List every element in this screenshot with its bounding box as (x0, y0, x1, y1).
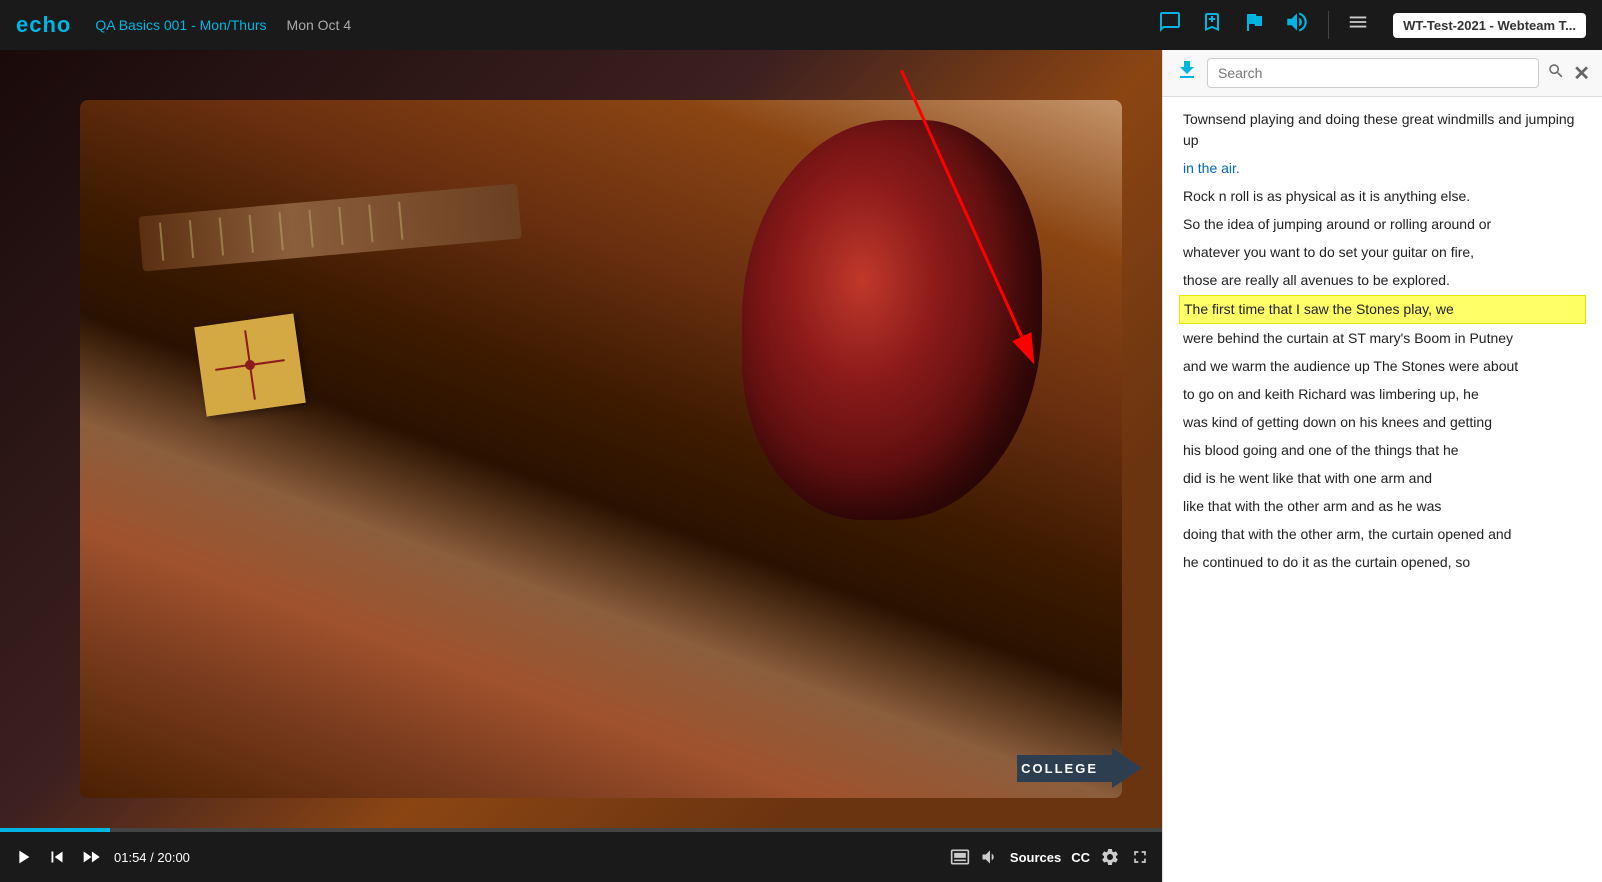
transcript-line[interactable]: were behind the curtain at ST mary's Boo… (1179, 325, 1586, 352)
rewind-button[interactable] (46, 846, 68, 868)
expand-button[interactable] (1130, 847, 1150, 867)
paper-note (194, 313, 306, 416)
ctrl-right: Sources CC (950, 847, 1150, 867)
logo: echo (16, 12, 71, 38)
transcript-line[interactable]: to go on and keith Richard was limbering… (1179, 381, 1586, 408)
transcript-line[interactable]: like that with the other arm and as he w… (1179, 493, 1586, 520)
transcript-line[interactable]: did is he went like that with one arm an… (1179, 465, 1586, 492)
volume-button[interactable] (980, 847, 1000, 867)
transcript-line[interactable]: The first time that I saw the Stones pla… (1179, 295, 1586, 324)
progress-bar-fill (0, 828, 110, 832)
progress-bar-bg[interactable] (0, 828, 1162, 832)
transcript-line[interactable]: he continued to do it as the curtain ope… (1179, 549, 1586, 576)
play-button[interactable] (12, 846, 34, 868)
video-player[interactable]: COLLEGE (0, 50, 1162, 828)
transcript-line[interactable]: Rock n roll is as physical as it is anyt… (1179, 183, 1586, 210)
video-frame (80, 100, 1122, 798)
guitar-body (742, 120, 1042, 520)
college-badge: COLLEGE (1017, 748, 1142, 788)
transcript-line[interactable]: was kind of getting down on his knees an… (1179, 409, 1586, 436)
main-content: COLLEGE (0, 50, 1602, 882)
video-controls: 01:54 / 20:00 Sources CC (0, 832, 1162, 882)
college-badge-text: COLLEGE (1017, 755, 1112, 782)
audio-icon[interactable] (1284, 9, 1310, 41)
transcript-line[interactable]: So the idea of jumping around or rolling… (1179, 211, 1586, 238)
search-icon (1547, 62, 1565, 85)
search-bar: ✕ (1163, 50, 1602, 97)
logo-text: echo (16, 12, 71, 38)
close-panel-button[interactable]: ✕ (1573, 61, 1590, 86)
chat-icon[interactable] (1158, 10, 1182, 40)
download-icon[interactable] (1175, 58, 1199, 88)
transcript-line[interactable]: in the air. (1179, 155, 1586, 182)
cc-button[interactable]: CC (1071, 850, 1090, 865)
time-display: 01:54 / 20:00 (114, 850, 190, 865)
transcript-line[interactable]: whatever you want to do set your guitar … (1179, 239, 1586, 266)
settings-button[interactable] (1100, 847, 1120, 867)
college-badge-triangle (1112, 748, 1142, 788)
transcript-line[interactable]: doing that with the other arm, the curta… (1179, 521, 1586, 548)
right-panel: ✕ Townsend playing and doing these great… (1162, 50, 1602, 882)
top-bar-icons (1158, 9, 1369, 41)
panel-title: WT-Test-2021 - Webteam T... (1393, 13, 1586, 38)
top-bar: echo QA Basics 001 - Mon/Thurs Mon Oct 4… (0, 0, 1602, 50)
transcript-line[interactable]: and we warm the audience up The Stones w… (1179, 353, 1586, 380)
picture-button[interactable] (950, 847, 970, 867)
bookmark-add-icon[interactable] (1200, 10, 1224, 40)
course-date: Mon Oct 4 (287, 17, 352, 33)
sources-button[interactable]: Sources (1010, 850, 1061, 865)
transcript-line[interactable]: those are really all avenues to be explo… (1179, 267, 1586, 294)
fast-forward-button[interactable] (80, 846, 102, 868)
transcript-line[interactable]: his blood going and one of the things th… (1179, 437, 1586, 464)
flag-icon[interactable] (1242, 10, 1266, 40)
search-input[interactable] (1207, 58, 1539, 88)
course-title: QA Basics 001 - Mon/Thurs (95, 17, 266, 33)
menu-icon[interactable] (1347, 11, 1369, 39)
transcript-line[interactable]: Townsend playing and doing these great w… (1179, 106, 1586, 154)
transcript-area[interactable]: Townsend playing and doing these great w… (1163, 97, 1602, 882)
video-area: COLLEGE (0, 50, 1162, 882)
